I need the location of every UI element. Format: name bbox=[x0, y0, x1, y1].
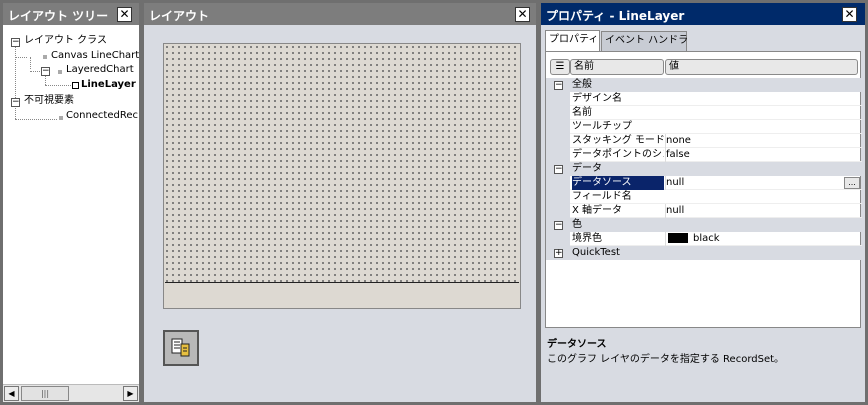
description-title: データソース bbox=[547, 339, 607, 350]
collapse-icon[interactable]: − bbox=[11, 38, 20, 47]
collapse-icon[interactable]: − bbox=[41, 67, 50, 76]
category-color[interactable]: − 色 bbox=[546, 218, 862, 232]
layout-tree-panel: レイアウト ツリー ✕ − レイアウト クラス Canvas LineChart… bbox=[3, 3, 139, 402]
property-row[interactable]: ツールチップ bbox=[546, 120, 862, 134]
layout-panel: レイアウト ✕ bbox=[144, 3, 536, 402]
collapse-icon[interactable]: − bbox=[554, 165, 563, 174]
tree-item-layeredchart[interactable]: LayeredChart bbox=[66, 63, 134, 77]
property-row[interactable]: デザイン名 bbox=[546, 92, 862, 106]
node-icon bbox=[59, 116, 63, 120]
tab-properties[interactable]: プロパティ bbox=[545, 30, 600, 51]
collapse-icon[interactable]: − bbox=[11, 98, 20, 107]
column-header-name[interactable]: 名前 bbox=[570, 59, 664, 75]
property-row[interactable]: X 軸データ null bbox=[546, 204, 862, 218]
expand-icon[interactable]: + bbox=[554, 249, 563, 258]
property-grid: ☰ 名前 値 − 全般 デザイン名 名前 ツールチップ スタッキング モード n… bbox=[545, 51, 862, 328]
node-icon bbox=[58, 70, 62, 74]
property-row-datasource[interactable]: データソース null ... bbox=[546, 176, 862, 190]
tree-item-canvas-linechart[interactable]: Canvas LineChart bbox=[51, 49, 139, 63]
property-row[interactable]: 名前 bbox=[546, 106, 862, 120]
layout-tree: − レイアウト クラス Canvas LineChart − LayeredCh… bbox=[3, 25, 139, 384]
data-layer-button[interactable] bbox=[163, 330, 199, 366]
collapse-icon[interactable]: − bbox=[554, 81, 563, 90]
scroll-left-icon[interactable]: ◀ bbox=[4, 386, 19, 401]
layer-node-icon bbox=[72, 82, 79, 89]
scroll-right-icon[interactable]: ▶ bbox=[123, 386, 138, 401]
tab-event-handlers[interactable]: イベント ハンドラ bbox=[601, 31, 688, 51]
column-header-value[interactable]: 値 bbox=[665, 59, 858, 75]
tree-item-invisible-elements[interactable]: 不可視要素 bbox=[24, 94, 74, 108]
property-row[interactable]: スタッキング モード none bbox=[546, 134, 862, 148]
horizontal-scrollbar[interactable]: ◀ ||| ▶ bbox=[3, 384, 139, 402]
canvas-bottom-strip bbox=[164, 284, 520, 308]
category-data[interactable]: − データ bbox=[546, 162, 862, 176]
chart-baseline bbox=[165, 282, 519, 283]
property-row[interactable]: フィールド名 bbox=[546, 190, 862, 204]
collapse-icon[interactable]: − bbox=[554, 221, 563, 230]
property-row[interactable]: データポイントのシン false bbox=[546, 148, 862, 162]
tree-item-connectedrec[interactable]: ConnectedRec bbox=[66, 109, 138, 123]
color-swatch bbox=[668, 233, 688, 243]
category-general[interactable]: − 全般 bbox=[546, 78, 862, 92]
scroll-thumb[interactable]: ||| bbox=[21, 386, 69, 401]
properties-title: プロパティ - LineLayer bbox=[541, 3, 865, 25]
ellipsis-button[interactable]: ... bbox=[844, 177, 860, 189]
description-text: このグラフ レイヤのデータを指定する RecordSet。 bbox=[547, 354, 785, 365]
layout-title: レイアウト bbox=[144, 3, 536, 25]
node-icon bbox=[43, 55, 47, 59]
tree-item-layout-class[interactable]: レイアウト クラス bbox=[24, 34, 107, 48]
layer-table-icon bbox=[171, 338, 190, 357]
sort-icon[interactable]: ☰ bbox=[550, 59, 570, 75]
close-icon[interactable]: ✕ bbox=[842, 7, 857, 22]
property-row[interactable]: 境界色 black bbox=[546, 232, 862, 246]
close-icon[interactable]: ✕ bbox=[515, 7, 530, 22]
tree-item-linelayer[interactable]: LineLayer bbox=[81, 78, 136, 92]
chart-canvas[interactable] bbox=[163, 43, 521, 309]
category-quicktest[interactable]: + QuickTest bbox=[546, 246, 862, 260]
close-icon[interactable]: ✕ bbox=[117, 7, 132, 22]
properties-panel: プロパティ - LineLayer ✕ プロパティ イベント ハンドラ ☰ 名前… bbox=[541, 3, 865, 402]
